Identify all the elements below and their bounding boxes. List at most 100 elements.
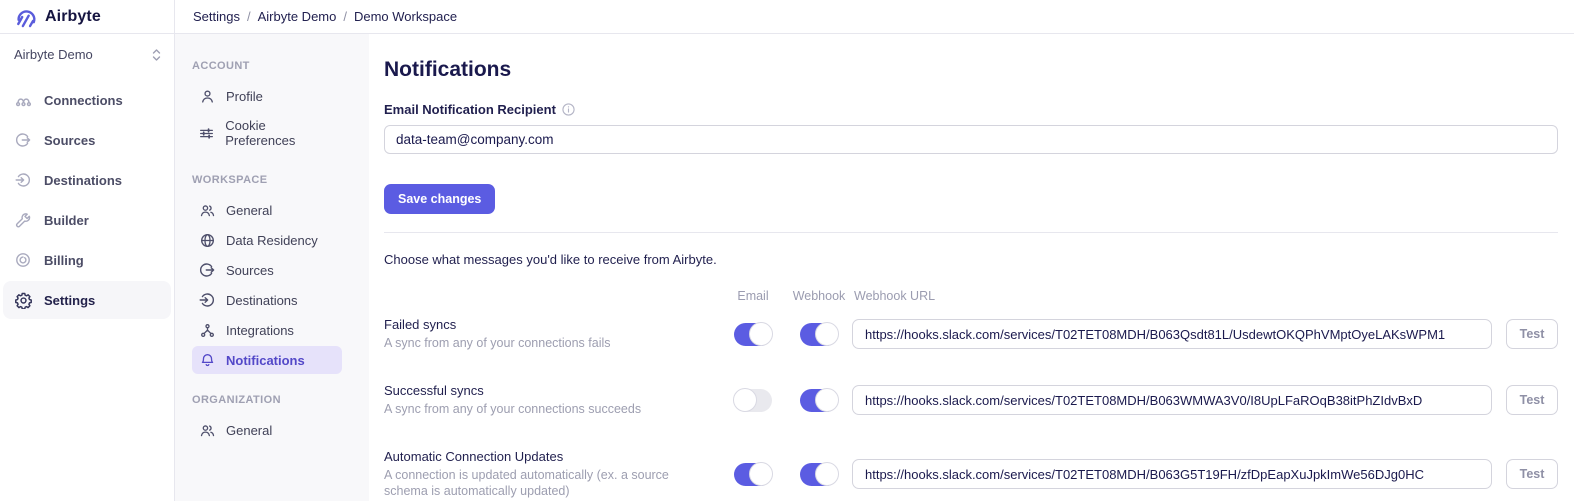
subnav-section-title: ORGANIZATION <box>192 394 355 406</box>
sidebar-item-builder[interactable]: Builder <box>3 201 171 239</box>
sidebar-item-destinations[interactable]: Destinations <box>3 161 171 199</box>
row-title: Automatic Connection Updates <box>384 449 720 464</box>
subnav-section-organization: ORGANIZATION General <box>192 394 355 444</box>
breadcrumb-item-airbyte-demo[interactable]: Airbyte Demo <box>258 9 337 24</box>
sidebar-nav: Connections Sources Destinations Builder Bil… <box>0 75 174 319</box>
save-changes-button[interactable]: Save changes <box>384 184 495 214</box>
subnav-item-organization-general[interactable]: General <box>192 416 342 444</box>
app-root: Airbyte Airbyte Demo Connections Sources D… <box>0 0 1574 501</box>
successful-syncs-webhook-toggle[interactable] <box>800 389 838 412</box>
breadcrumb-item-settings[interactable]: Settings <box>193 9 240 24</box>
section-divider <box>384 232 1558 233</box>
sliders-icon <box>199 125 214 141</box>
row-label: Failed syncs A sync from any of your conn… <box>384 317 720 351</box>
main-content: Notifications Email Notification Recipie… <box>369 34 1574 501</box>
subnav-item-workspace-sources[interactable]: Sources <box>192 256 342 284</box>
subnav-item-account-cookie-preferences[interactable]: Cookie Preferences <box>192 112 342 154</box>
airbyte-logo-icon <box>14 5 38 29</box>
row-title: Successful syncs <box>384 383 720 398</box>
email-recipient-input[interactable] <box>384 125 1558 154</box>
sidebar-item-label: Billing <box>44 253 84 268</box>
automatic-connection-updates-email-toggle[interactable] <box>734 463 772 486</box>
sidebar: Airbyte Airbyte Demo Connections Sources D… <box>0 0 175 501</box>
row-description: A sync from any of your connections fail… <box>384 335 720 351</box>
destination-arrow-in-icon <box>14 171 32 189</box>
subnav-item-label: General <box>226 203 272 218</box>
subnav-item-account-profile[interactable]: Profile <box>192 82 342 110</box>
subnav-item-label: Integrations <box>226 323 294 338</box>
workspace-selector[interactable]: Airbyte Demo <box>0 34 174 75</box>
subnav-item-label: Destinations <box>226 293 298 308</box>
successful-syncs-email-toggle[interactable] <box>734 389 772 412</box>
source-arrow-out-icon <box>199 262 215 278</box>
row-title: Failed syncs <box>384 317 720 332</box>
person-icon <box>199 88 215 104</box>
notification-row-automatic-connection-updates: Automatic Connection Updates A connection… <box>384 449 1558 499</box>
column-header-webhook-url: Webhook URL <box>852 289 1492 303</box>
subnav-item-workspace-destinations[interactable]: Destinations <box>192 286 342 314</box>
automatic-connection-updates-test-button[interactable]: Test <box>1506 459 1558 489</box>
automatic-connection-updates-webhook-url-input[interactable] <box>852 459 1492 489</box>
notification-rows: Failed syncs A sync from any of your conn… <box>384 317 1558 499</box>
subnav-section-account: ACCOUNT Profile Cookie Preferences <box>192 60 355 154</box>
destination-arrow-in-icon <box>199 292 215 308</box>
workspace-selector-label: Airbyte Demo <box>14 47 93 62</box>
successful-syncs-webhook-url-input[interactable] <box>852 385 1492 415</box>
email-recipient-label: Email Notification Recipient <box>384 102 556 117</box>
automatic-connection-updates-webhook-toggle[interactable] <box>800 463 838 486</box>
people-icon <box>199 422 215 438</box>
sidebar-item-billing[interactable]: Billing <box>3 241 171 279</box>
row-description: A sync from any of your connections succ… <box>384 401 720 417</box>
failed-syncs-email-toggle[interactable] <box>734 323 772 346</box>
subnav-section-title: ACCOUNT <box>192 60 355 72</box>
column-header-webhook: Webhook <box>786 289 852 303</box>
chevron-updown-icon <box>151 48 162 62</box>
subnav-item-workspace-integrations[interactable]: Integrations <box>192 316 342 344</box>
brand-name: Airbyte <box>45 8 101 26</box>
toggle-knob <box>815 388 839 412</box>
notification-row-failed-syncs: Failed syncs A sync from any of your conn… <box>384 317 1558 351</box>
connections-icon <box>14 91 32 109</box>
breadcrumb-separator: / <box>343 9 347 24</box>
sidebar-item-sources[interactable]: Sources <box>3 121 171 159</box>
subnav-item-workspace-general[interactable]: General <box>192 196 342 224</box>
subnav-item-workspace-notifications[interactable]: Notifications <box>192 346 342 374</box>
notifications-intro: Choose what messages you'd like to recei… <box>384 252 1558 267</box>
breadcrumb-separator: / <box>247 9 251 24</box>
subnav-section-title: WORKSPACE <box>192 174 355 186</box>
failed-syncs-webhook-url-input[interactable] <box>852 319 1492 349</box>
failed-syncs-test-button[interactable]: Test <box>1506 319 1558 349</box>
breadcrumb-item-demo-workspace[interactable]: Demo Workspace <box>354 9 457 24</box>
sidebar-item-label: Settings <box>44 293 95 308</box>
successful-syncs-test-button[interactable]: Test <box>1506 385 1558 415</box>
topbar: Settings / Airbyte Demo / Demo Workspace <box>175 0 1574 34</box>
gear-icon <box>14 291 32 309</box>
sidebar-item-connections[interactable]: Connections <box>3 81 171 119</box>
info-icon[interactable] <box>562 103 575 116</box>
sidebar-item-settings[interactable]: Settings <box>3 281 171 319</box>
sidebar-item-label: Destinations <box>44 173 122 188</box>
subnav-section-workspace: WORKSPACE General Data Residency Sources Des… <box>192 174 355 374</box>
bell-icon <box>199 352 215 368</box>
sidebar-item-label: Sources <box>44 133 95 148</box>
row-description: A connection is updated automatically (e… <box>384 467 720 499</box>
people-icon <box>199 202 215 218</box>
source-arrow-out-icon <box>14 131 32 149</box>
settings-subnav: ACCOUNT Profile Cookie Preferences WORKSPAC… <box>175 34 369 501</box>
logo: Airbyte <box>0 0 174 34</box>
subnav-item-workspace-data-residency[interactable]: Data Residency <box>192 226 342 254</box>
subnav-item-label: Cookie Preferences <box>225 118 334 148</box>
wrench-icon <box>14 211 32 229</box>
subnav-item-label: General <box>226 423 272 438</box>
row-label: Automatic Connection Updates A connection… <box>384 449 720 499</box>
sitemap-icon <box>199 322 215 338</box>
page-title: Notifications <box>384 58 1558 82</box>
toggle-knob <box>749 322 773 346</box>
failed-syncs-webhook-toggle[interactable] <box>800 323 838 346</box>
row-label: Successful syncs A sync from any of your … <box>384 383 720 417</box>
column-header-email: Email <box>720 289 786 303</box>
subnav-item-label: Data Residency <box>226 233 318 248</box>
subnav-item-label: Profile <box>226 89 263 104</box>
subnav-item-label: Sources <box>226 263 274 278</box>
globe-icon <box>199 232 215 248</box>
